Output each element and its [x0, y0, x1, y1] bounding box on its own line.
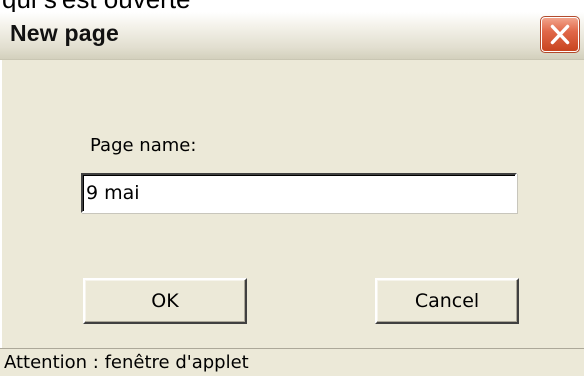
dialog-body: Page name: OK Cancel: [0, 60, 584, 348]
close-icon: [550, 24, 570, 45]
page-name-input[interactable]: [81, 173, 517, 213]
title-bar[interactable]: New page: [0, 12, 584, 60]
ok-button[interactable]: OK: [83, 278, 247, 324]
page-name-label: Page name:: [90, 135, 197, 156]
status-bar: Attention : fenêtre d'applet: [0, 348, 584, 376]
new-page-dialog: New page Page name: OK Cancel Attention …: [0, 12, 584, 376]
screenshot-root: qui s'est ouverte New page Page name: OK…: [0, 0, 584, 376]
close-button[interactable]: [540, 16, 580, 53]
applet-warning-text: Attention : fenêtre d'applet: [4, 352, 249, 373]
dialog-title: New page: [10, 20, 119, 46]
cancel-button[interactable]: Cancel: [375, 278, 519, 324]
